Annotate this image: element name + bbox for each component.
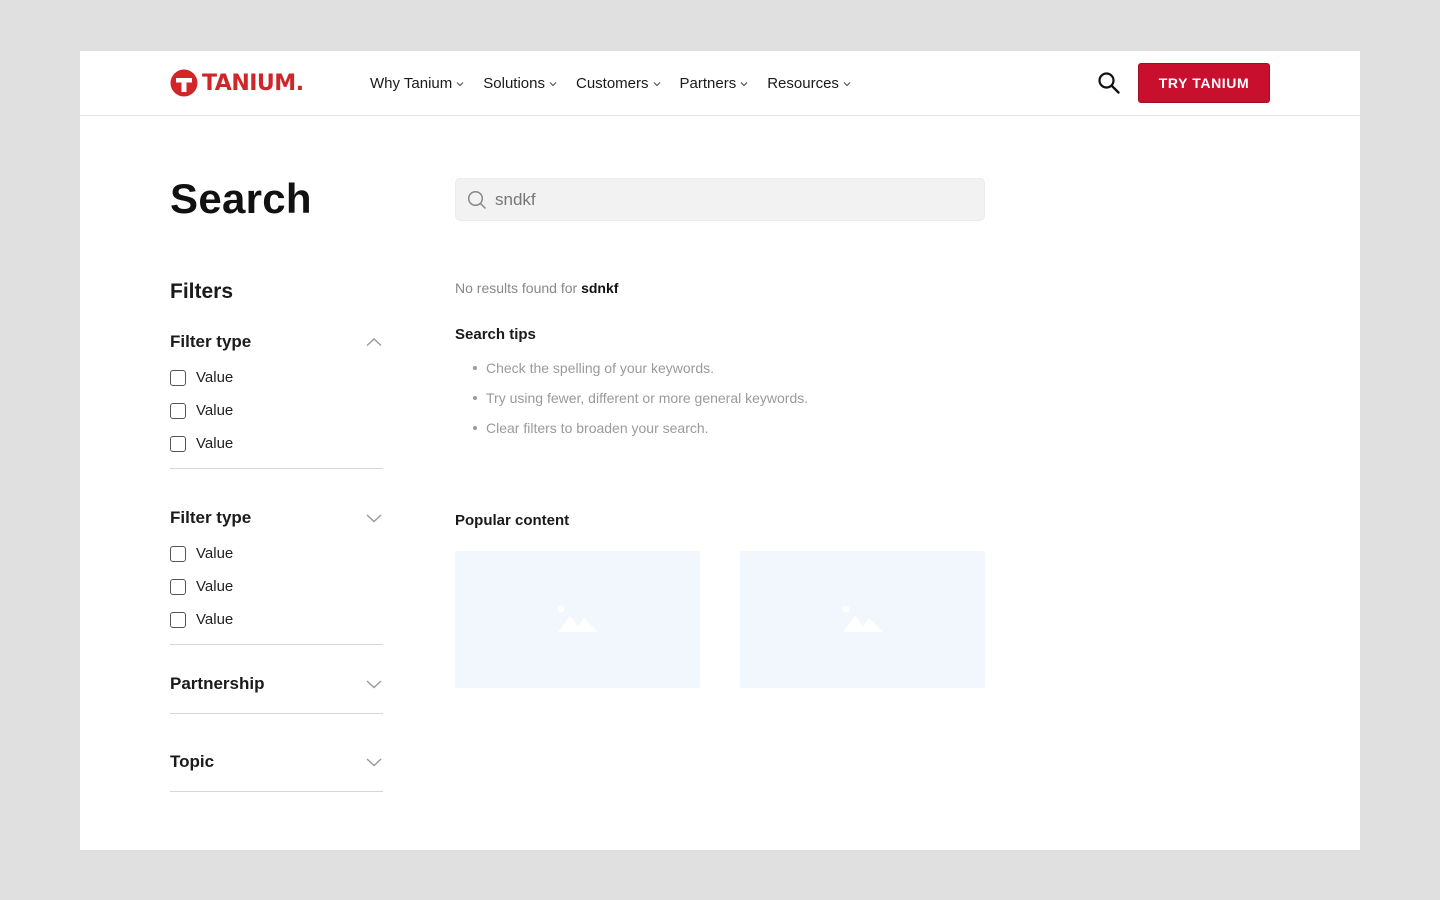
header-search-button[interactable] — [1097, 71, 1121, 95]
filter-group-header[interactable]: Filter type — [170, 330, 383, 354]
filter-group-title: Partnership — [170, 674, 265, 693]
checkbox[interactable] — [170, 435, 186, 452]
list-item: Check the spelling of your keywords. — [473, 353, 808, 383]
chevron-down-icon — [366, 680, 382, 689]
filter-group-header[interactable]: Filter type — [170, 506, 383, 530]
nav-label: Resources — [767, 75, 839, 92]
search-field[interactable] — [455, 178, 985, 221]
nav-item-why-tanium[interactable]: Why Tanium — [370, 75, 464, 92]
checkbox[interactable] — [170, 402, 186, 419]
search-icon — [467, 190, 486, 209]
popular-content-card[interactable] — [455, 551, 700, 688]
bullet-icon — [473, 396, 477, 400]
filter-group-header[interactable]: Topic — [170, 750, 383, 774]
image-placeholder-icon — [842, 605, 883, 632]
checkbox[interactable] — [170, 545, 186, 562]
checkbox[interactable] — [170, 369, 186, 386]
filter-option-label: Value — [196, 611, 234, 628]
filter-option[interactable]: Value — [170, 603, 383, 636]
list-item: Try using fewer, different or more gener… — [473, 383, 808, 413]
filter-group-topic: Topic — [170, 750, 383, 792]
filter-group-1: Filter type Value Value Value — [170, 330, 383, 469]
filter-option[interactable]: Value — [170, 570, 383, 603]
filter-option[interactable]: Value — [170, 537, 383, 570]
chevron-down-icon — [366, 514, 382, 523]
chevron-down-icon — [456, 81, 464, 86]
tip-text: Check the spelling of your keywords. — [486, 360, 714, 376]
page-frame: TANIUM. Why Tanium Solutions Customers P… — [80, 51, 1360, 850]
page-title: Search — [170, 175, 312, 222]
tip-text: Try using fewer, different or more gener… — [486, 390, 809, 406]
no-results-prefix: No results found for — [455, 280, 578, 296]
no-results-message: No results found for sdnkf — [455, 280, 618, 296]
nav-item-customers[interactable]: Customers — [576, 75, 661, 92]
checkbox[interactable] — [170, 611, 186, 628]
chevron-up-icon — [366, 338, 382, 347]
filter-option[interactable]: Value — [170, 427, 383, 460]
bullet-icon — [473, 366, 477, 370]
list-item: Clear filters to broaden your search. — [473, 413, 808, 443]
filter-option-label: Value — [196, 402, 234, 419]
filter-option-label: Value — [196, 435, 234, 452]
tanium-logo-icon — [170, 69, 198, 97]
search-input[interactable] — [495, 189, 955, 210]
chevron-down-icon — [843, 81, 851, 86]
nav-label: Partners — [679, 75, 737, 92]
try-tanium-button[interactable]: TRY TANIUM — [1138, 63, 1270, 103]
filter-group-title: Filter type — [170, 332, 252, 351]
filter-group-title: Topic — [170, 752, 215, 771]
chevron-down-icon — [549, 81, 557, 86]
nav-label: Solutions — [483, 75, 545, 92]
popular-content-title: Popular content — [455, 512, 570, 529]
search-icon — [1098, 72, 1120, 94]
filter-option[interactable]: Value — [170, 394, 383, 427]
nav-label: Why Tanium — [370, 75, 453, 92]
tanium-logo[interactable]: TANIUM. — [170, 68, 304, 98]
no-results-term: sdnkf — [581, 280, 619, 296]
search-tips-title: Search tips — [455, 326, 536, 343]
image-placeholder-icon — [557, 605, 598, 632]
bullet-icon — [473, 426, 477, 430]
nav-label: Customers — [575, 75, 649, 92]
filter-option-label: Value — [196, 369, 234, 386]
filter-group-header[interactable]: Partnership — [170, 672, 383, 696]
logo-wordmark: TANIUM. — [202, 70, 304, 96]
chevron-down-icon — [653, 81, 660, 86]
nav-item-resources[interactable]: Resources — [767, 75, 851, 92]
popular-content-card[interactable] — [740, 551, 985, 688]
filters-heading: Filters — [170, 280, 234, 303]
filter-option-label: Value — [196, 545, 234, 562]
main-nav: Why Tanium Solutions Customers Partners … — [370, 51, 870, 116]
chevron-down-icon — [740, 81, 748, 86]
nav-item-solutions[interactable]: Solutions — [483, 75, 557, 92]
filter-group-title: Filter type — [170, 508, 252, 527]
site-header: TANIUM. Why Tanium Solutions Customers P… — [80, 51, 1360, 116]
search-tips-list: Check the spelling of your keywords. Try… — [473, 353, 808, 443]
filter-group-2: Filter type Value Value Value — [170, 506, 383, 645]
nav-item-partners[interactable]: Partners — [680, 75, 749, 92]
filter-option[interactable]: Value — [170, 361, 383, 394]
checkbox[interactable] — [170, 578, 186, 595]
filter-option-label: Value — [196, 578, 234, 595]
tip-text: Clear filters to broaden your search. — [486, 420, 709, 436]
chevron-down-icon — [366, 758, 382, 767]
filter-group-partnership: Partnership — [170, 672, 383, 714]
